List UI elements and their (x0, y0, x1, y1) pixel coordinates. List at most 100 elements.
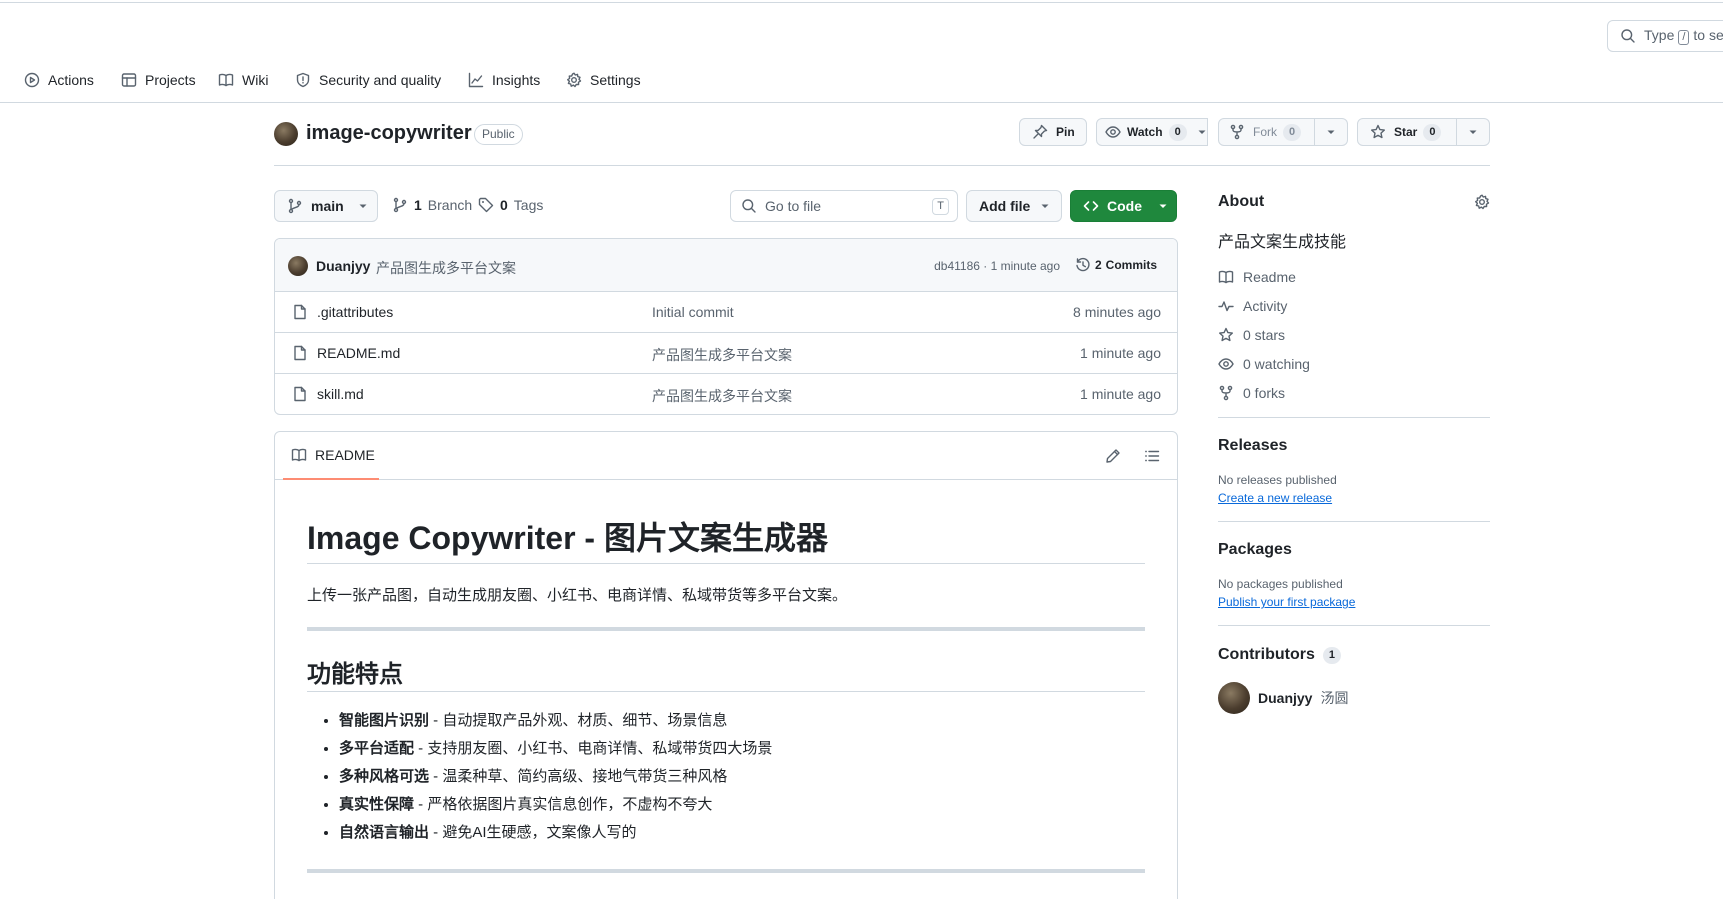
avatar[interactable] (288, 256, 308, 276)
file-name[interactable]: README.md (317, 345, 400, 361)
sidebar-item-forks[interactable]: 0 forks (1218, 378, 1490, 407)
features-list: 智能图片识别 - 自动提取产品外观、材质、细节、场景信息 多平台适配 - 支持朋… (307, 707, 1145, 847)
commits-link[interactable]: 2 Commits (1075, 257, 1157, 273)
fork-dropdown-button[interactable] (1315, 118, 1348, 146)
tab-label: Security and quality (319, 72, 442, 88)
sidebar-item-label: Readme (1243, 268, 1296, 285)
commits-word: Commits (1105, 258, 1157, 272)
divider (307, 869, 1145, 873)
tag-word: Tags (513, 197, 544, 213)
star-icon (1219, 327, 1233, 341)
readme-panel: README Image Copywriter - 图片文案生成器 上传一张产品… (274, 431, 1178, 899)
branch-icon (393, 197, 407, 213)
table-row: README.md 产品图生成多平台文案 1 minute ago (275, 333, 1177, 374)
code-button[interactable]: Code (1070, 190, 1177, 222)
sidebar-item-readme[interactable]: Readme (1218, 262, 1490, 291)
tab-projects[interactable]: Projects (121, 66, 196, 94)
branch-word: Branch (427, 197, 473, 213)
history-icon (1076, 257, 1090, 272)
eye-icon (1105, 126, 1121, 138)
sidebar: About 产品文案生成技能 Readme Activity 0 stars 0… (1218, 190, 1490, 714)
commit-meta[interactable]: db41186 · 1 minute ago (934, 259, 1060, 273)
branch-selector[interactable]: main (274, 190, 378, 222)
outline-button[interactable] (1144, 448, 1160, 464)
watch-button[interactable]: Watch 0 (1096, 118, 1208, 146)
file-name[interactable]: .gitattributes (317, 304, 393, 320)
gear-icon (567, 72, 582, 88)
fork-count: 0 (1283, 123, 1302, 141)
file-commit-message[interactable]: 产品图生成多平台文案 (652, 386, 792, 406)
chevron-down-icon (359, 204, 367, 208)
tab-security[interactable]: Security and quality (295, 66, 441, 94)
search-placeholder: Type / to se (1644, 27, 1723, 45)
tab-label: Insights (492, 72, 541, 88)
contributor-login[interactable]: Duanjyy (1258, 690, 1312, 706)
publish-package-link[interactable]: Publish your first package (1218, 595, 1490, 609)
file-icon (294, 304, 306, 320)
file-name[interactable]: skill.md (317, 386, 364, 402)
file-commit-message[interactable]: 产品图生成多平台文案 (652, 345, 792, 365)
add-file-button[interactable]: Add file (966, 190, 1062, 222)
top-header: Type / to se Actions Projects Wiki Securit… (0, 0, 1723, 103)
chevron-down-icon (1041, 204, 1049, 208)
list-item: 真实性保障 - 严格依据图片真实信息创作，不虚构不夸大 (339, 791, 1145, 819)
repo-description: 产品文案生成技能 (1218, 234, 1347, 251)
file-commit-message[interactable]: Initial commit (652, 304, 734, 320)
repo-name[interactable]: image-copywriter (306, 122, 472, 145)
tab-actions[interactable]: Actions (24, 66, 94, 94)
pin-button[interactable]: Pin (1019, 118, 1087, 146)
eye-icon (1218, 357, 1234, 370)
branch-name: main (311, 198, 344, 214)
file-icon (294, 345, 306, 361)
readme-intro: 上传一张产品图，自动生成朋友圈、小红书、电商详情、私域带货等多平台文案。 (307, 587, 848, 604)
tags-link[interactable]: 0 Tags (478, 197, 543, 213)
commit-message[interactable]: 产品图生成多平台文案 (376, 258, 516, 278)
search-icon (742, 199, 756, 213)
releases-title[interactable]: Releases (1218, 437, 1490, 457)
tab-settings[interactable]: Settings (566, 66, 641, 94)
avatar[interactable] (1218, 682, 1250, 714)
commits-count: 2 (1094, 258, 1102, 272)
commit-author[interactable]: Duanjyy (316, 258, 370, 274)
readme-tab[interactable]: README (283, 432, 379, 480)
book-icon (218, 73, 234, 87)
fork-button[interactable]: Fork 0 (1218, 118, 1315, 146)
tag-icon (478, 197, 494, 213)
star-label: Star (1394, 125, 1418, 139)
gear-icon[interactable] (1474, 194, 1490, 210)
list-icon (1145, 450, 1160, 462)
star-icon (1371, 124, 1385, 139)
tag-count: 0 (500, 197, 508, 213)
branch-icon (288, 198, 302, 214)
star-dropdown-button[interactable] (1457, 118, 1490, 146)
create-release-link[interactable]: Create a new release (1218, 491, 1490, 505)
edit-button[interactable] (1105, 448, 1121, 464)
chevron-down-icon (1469, 130, 1477, 134)
sidebar-item-watching[interactable]: 0 watching (1218, 349, 1490, 378)
contributor-item[interactable]: Duanjyy 汤圆 (1218, 682, 1490, 714)
chevron-down-icon (1198, 130, 1206, 134)
sidebar-item-activity[interactable]: Activity (1218, 291, 1490, 320)
table-row: .gitattributes Initial commit 8 minutes … (275, 292, 1177, 333)
fork-icon (1219, 385, 1233, 400)
releases-empty: No releases published (1218, 473, 1337, 487)
branches-link[interactable]: 1 Branch (392, 197, 472, 213)
star-button[interactable]: Star 0 (1357, 118, 1457, 146)
header-divider (274, 165, 1490, 166)
owner-avatar[interactable] (274, 122, 298, 146)
contributors-header[interactable]: Contributors 1 (1218, 645, 1490, 665)
search-icon (1621, 29, 1635, 43)
search-input[interactable]: Type / to se (1607, 20, 1723, 52)
tab-insights[interactable]: Insights (468, 66, 540, 94)
tab-label: Wiki (242, 72, 269, 88)
packages-title[interactable]: Packages (1218, 541, 1490, 561)
go-to-file-input[interactable]: Go to file T (730, 190, 958, 222)
graph-icon (468, 72, 484, 88)
book-icon (1218, 270, 1234, 283)
table-icon (121, 73, 137, 87)
sidebar-item-stars[interactable]: 0 stars (1218, 320, 1490, 349)
chevron-down-icon (1159, 204, 1167, 208)
contributor-name: 汤圆 (1320, 690, 1349, 706)
sidebar-item-label: 0 watching (1243, 355, 1310, 372)
tab-wiki[interactable]: Wiki (218, 66, 268, 94)
